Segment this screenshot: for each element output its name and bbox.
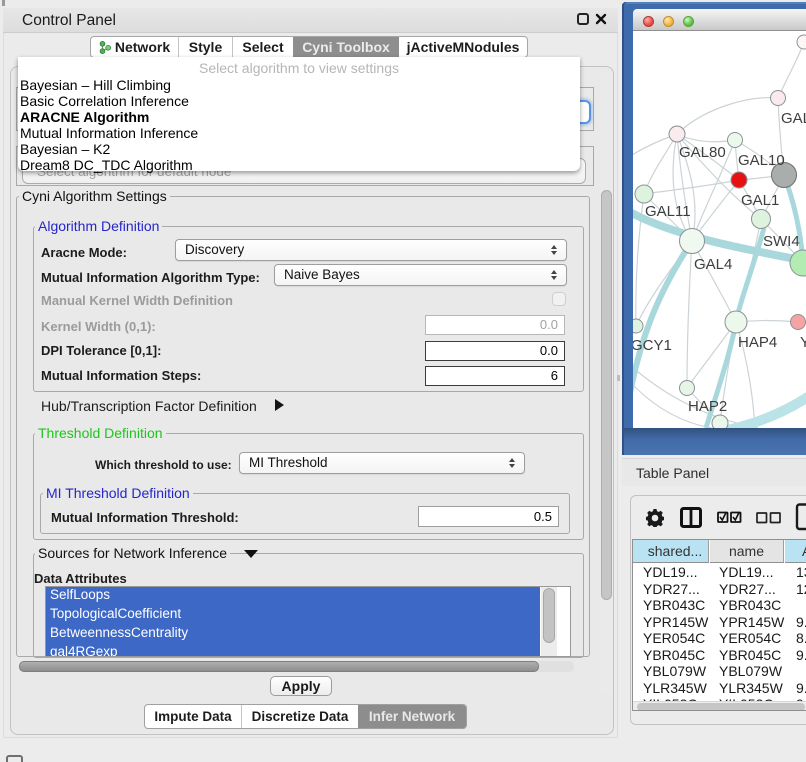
svg-text:GAL4: GAL4	[694, 256, 732, 273]
svg-text:GAL11: GAL11	[645, 203, 691, 220]
svg-text:HAP4: HAP4	[738, 334, 777, 351]
svg-text:SWI4: SWI4	[763, 233, 800, 250]
svg-text:Y: Y	[800, 334, 806, 351]
svg-text:GAL1: GAL1	[741, 192, 779, 209]
svg-text:GAL80: GAL80	[679, 144, 726, 161]
svg-text:GAL10: GAL10	[738, 152, 785, 169]
svg-text:GAL: GAL	[781, 110, 806, 127]
svg-text:GCY1: GCY1	[633, 337, 672, 354]
svg-text:HAP2: HAP2	[688, 398, 727, 415]
